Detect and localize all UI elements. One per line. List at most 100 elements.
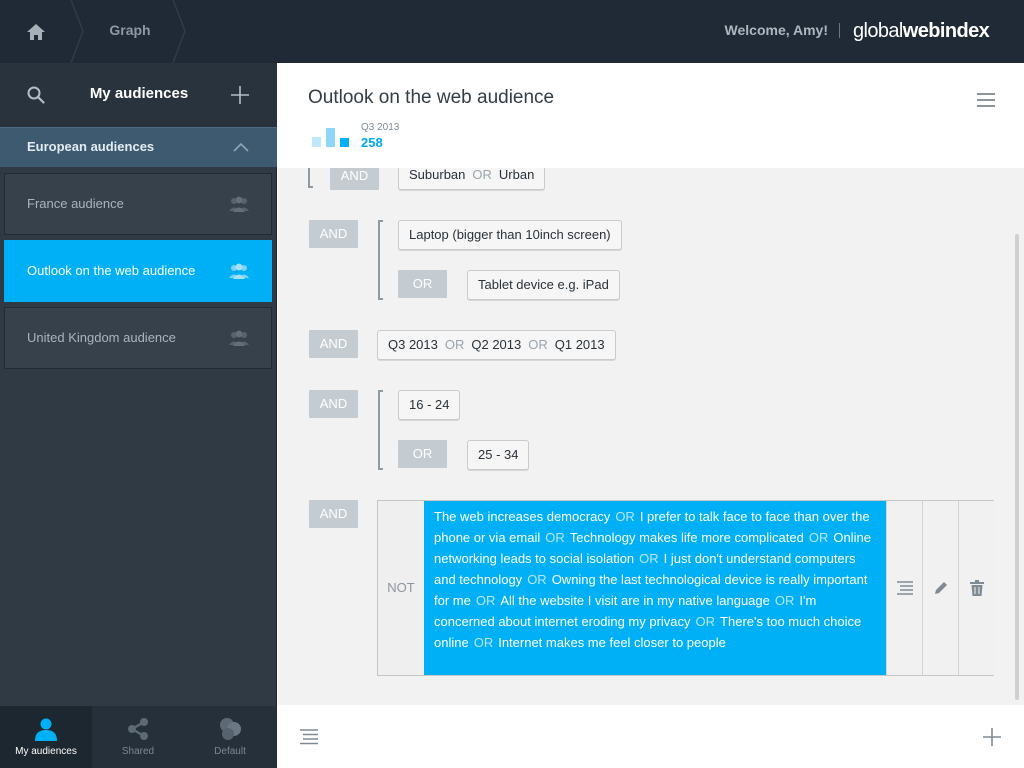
criteria-value: Suburban (409, 168, 466, 182)
plus-icon[interactable] (982, 727, 1002, 747)
or-word: OR (695, 614, 716, 629)
main-footer (278, 705, 1024, 768)
search-button[interactable] (22, 81, 50, 109)
and-operator[interactable]: AND (330, 168, 379, 190)
home-icon (27, 23, 45, 40)
criteria-value: Urban (498, 168, 535, 182)
nav-default[interactable]: Default (184, 706, 276, 768)
criteria-value: 16 - 24 (409, 397, 450, 412)
criteria-value: Q1 2013 (554, 337, 605, 352)
brand-logo: globalwebindex (853, 0, 990, 63)
criteria-value: Q2 2013 (471, 337, 522, 352)
share-icon (128, 718, 148, 740)
hamburger-icon[interactable] (976, 91, 996, 109)
criteria-chip[interactable]: Laptop (bigger than 10inch screen) (398, 220, 622, 250)
criteria-value: The web increases democracy (434, 509, 611, 524)
or-word: OR (475, 593, 496, 608)
details-button[interactable] (886, 501, 922, 675)
query-builder: AND Suburban OR Urban AND Laptop (bigger t… (278, 168, 1024, 705)
criteria-value: All the website I visit are in my native… (500, 593, 770, 608)
or-word: OR (774, 593, 795, 608)
audience-item-outlook-web[interactable]: Outlook on the web audience (4, 240, 272, 302)
or-word: OR (527, 572, 547, 587)
top-bar: Graph Welcome, Amy! globalwebindex (0, 0, 1024, 63)
period-label: Q3 2013 (361, 122, 400, 133)
breadcrumb-graph[interactable]: Graph (88, 0, 172, 63)
and-operator[interactable]: AND (309, 220, 358, 248)
and-operator[interactable]: AND (309, 390, 358, 418)
audience-item-label: Outlook on the web audience (27, 263, 196, 278)
plus-icon (231, 86, 249, 104)
breadcrumb-separator (172, 0, 188, 63)
criteria-chip[interactable]: Tablet device e.g. iPad (467, 270, 620, 300)
criteria-chip[interactable]: Q3 2013 OR Q2 2013 OR Q1 2013 (377, 330, 616, 360)
default-icon (220, 718, 241, 740)
group-bracket (378, 220, 383, 300)
person-icon (35, 718, 57, 741)
not-toggle[interactable]: NOT (378, 501, 424, 675)
add-audience-button[interactable] (226, 81, 254, 109)
or-word: OR (639, 551, 659, 566)
nav-shared[interactable]: Shared (92, 706, 184, 768)
brand-logo-heavy: webindex (902, 20, 990, 42)
not-criteria-box: NOT The web increases democracy OR I prefe… (377, 500, 994, 676)
group-bracket (378, 390, 383, 470)
and-operator[interactable]: AND (309, 500, 358, 528)
or-word: OR (808, 530, 829, 545)
group-bracket (308, 168, 313, 188)
audience-group-label: European audiences (27, 139, 155, 154)
or-operator[interactable]: OR (398, 440, 447, 468)
criteria-value: Q3 2013 (388, 337, 438, 352)
delete-button[interactable] (958, 501, 994, 675)
list-icon (896, 581, 913, 595)
criteria-value: 25 - 34 (478, 447, 519, 462)
sidebar-header: My audiences (0, 63, 277, 127)
breadcrumb-separator (70, 0, 86, 63)
not-criteria-values[interactable]: The web increases democracy OR I prefer to… (424, 501, 886, 675)
criteria-value: Technology makes life more complicated (569, 530, 804, 545)
audience-group-header[interactable]: European audiences (0, 127, 277, 167)
sidebar: My audiences European audiences France a… (0, 63, 277, 768)
list-icon[interactable] (300, 729, 318, 745)
criteria-chip[interactable]: Suburban OR Urban (398, 168, 546, 190)
main-header: Outlook on the web audience Q3 2013 258 (278, 63, 1024, 168)
audience-item-france[interactable]: France audience (4, 173, 272, 235)
or-word: OR (545, 530, 565, 545)
criteria-value: Laptop (bigger than 10inch screen) (409, 227, 611, 242)
criteria-value: Tablet device e.g. iPad (478, 277, 609, 292)
audience-count: 258 (361, 135, 383, 150)
people-icon (229, 196, 249, 212)
search-icon (27, 86, 45, 104)
criteria-chip[interactable]: 16 - 24 (398, 390, 461, 420)
audience-item-label: United Kingdom audience (27, 330, 176, 345)
audience-item-label: France audience (27, 196, 124, 211)
topbar-divider (839, 23, 840, 38)
or-word: OR (528, 337, 548, 352)
home-button[interactable] (0, 0, 72, 63)
nav-label: My audiences (15, 746, 77, 757)
audience-item-united-kingdom[interactable]: United Kingdom audience (4, 307, 272, 369)
nav-label: Default (214, 746, 246, 757)
sidebar-title: My audiences (89, 85, 189, 102)
or-operator[interactable]: OR (398, 270, 447, 298)
welcome-text[interactable]: Welcome, Amy! (725, 0, 828, 63)
or-word: OR (615, 509, 635, 524)
edit-button[interactable] (922, 501, 958, 675)
people-icon (229, 263, 249, 279)
page-title: Outlook on the web audience (308, 87, 555, 108)
or-word: OR (473, 635, 494, 650)
or-word: OR (472, 168, 492, 182)
people-icon (229, 330, 249, 346)
chevron-up-icon (233, 142, 249, 152)
nav-label: Shared (121, 746, 155, 757)
brand-logo-light: global (853, 20, 903, 42)
nav-my-audiences[interactable]: My audiences (0, 706, 92, 768)
and-operator[interactable]: AND (309, 330, 358, 358)
criteria-chip[interactable]: 25 - 34 (467, 440, 530, 470)
or-word: OR (444, 337, 465, 352)
criteria-value: Internet makes me feel closer to people (498, 635, 726, 650)
pencil-icon (934, 582, 947, 594)
trash-icon (969, 580, 984, 596)
bottom-nav: My audiences Shared Default (0, 706, 277, 768)
scrollbar[interactable] (1015, 234, 1019, 700)
